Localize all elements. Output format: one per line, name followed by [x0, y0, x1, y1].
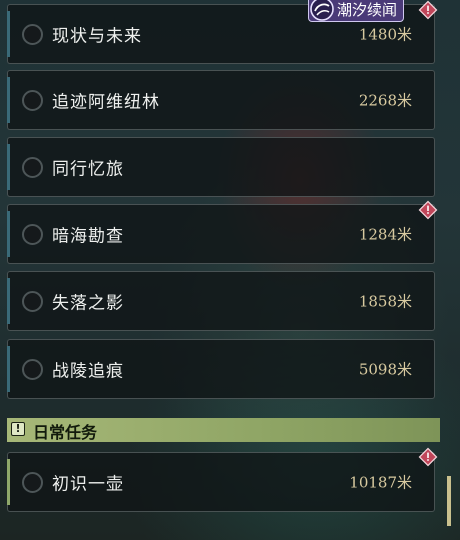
track-radio[interactable]	[22, 472, 43, 493]
quest-list: 现状与未来 1480米 追迹阿维纽林 2268米 同行忆旅 暗海勘查 1284米…	[0, 0, 460, 540]
quest-accent-bar	[7, 11, 10, 57]
quest-distance: 10187米	[349, 473, 412, 492]
scrollbar-thumb[interactable]	[447, 476, 451, 526]
track-radio[interactable]	[22, 291, 43, 312]
track-radio[interactable]	[22, 157, 43, 178]
quest-name: 同行忆旅	[52, 159, 124, 180]
quest-name: 暗海勘查	[52, 226, 124, 247]
quest-accent-bar	[7, 459, 10, 505]
quest-distance: 2268米	[358, 91, 412, 110]
alert-diamond-icon	[418, 0, 438, 20]
quest-name: 追迹阿维纽林	[52, 92, 160, 113]
quest-item-3[interactable]: 同行忆旅	[7, 137, 435, 197]
event-tag[interactable]: 潮汐续闻	[308, 0, 404, 22]
exclamation-icon: !	[11, 422, 25, 436]
quest-name: 初识一壶	[52, 474, 124, 495]
quest-distance: 1284米	[358, 225, 412, 244]
daily-quest-item-1[interactable]: 初识一壶 10187米	[7, 452, 435, 512]
track-radio[interactable]	[22, 90, 43, 111]
track-radio[interactable]	[22, 24, 43, 45]
quest-item-4[interactable]: 暗海勘查 1284米	[7, 204, 435, 264]
quest-accent-bar	[7, 278, 10, 324]
quest-item-5[interactable]: 失落之影 1858米	[7, 271, 435, 331]
quest-name: 现状与未来	[52, 26, 142, 47]
quest-distance: 1858米	[358, 292, 412, 311]
event-tag-label: 潮汐续闻	[337, 1, 398, 19]
quest-distance: 5098米	[358, 360, 412, 379]
quest-accent-bar	[7, 77, 10, 123]
tide-swirl-icon	[310, 0, 334, 21]
daily-tasks-header[interactable]: ! 日常任务	[7, 418, 440, 442]
track-radio[interactable]	[22, 224, 43, 245]
alert-diamond-icon	[418, 200, 438, 220]
quest-name: 战陵追痕	[52, 361, 124, 382]
alert-diamond-icon	[418, 447, 438, 467]
quest-item-2[interactable]: 追迹阿维纽林 2268米	[7, 70, 435, 130]
quest-accent-bar	[7, 144, 10, 190]
quest-accent-bar	[7, 211, 10, 257]
quest-accent-bar	[7, 346, 10, 392]
quest-name: 失落之影	[52, 293, 124, 314]
section-title: 日常任务	[33, 423, 98, 442]
quest-distance: 1480米	[358, 25, 412, 44]
track-radio[interactable]	[22, 359, 43, 380]
quest-item-6[interactable]: 战陵追痕 5098米	[7, 339, 435, 399]
